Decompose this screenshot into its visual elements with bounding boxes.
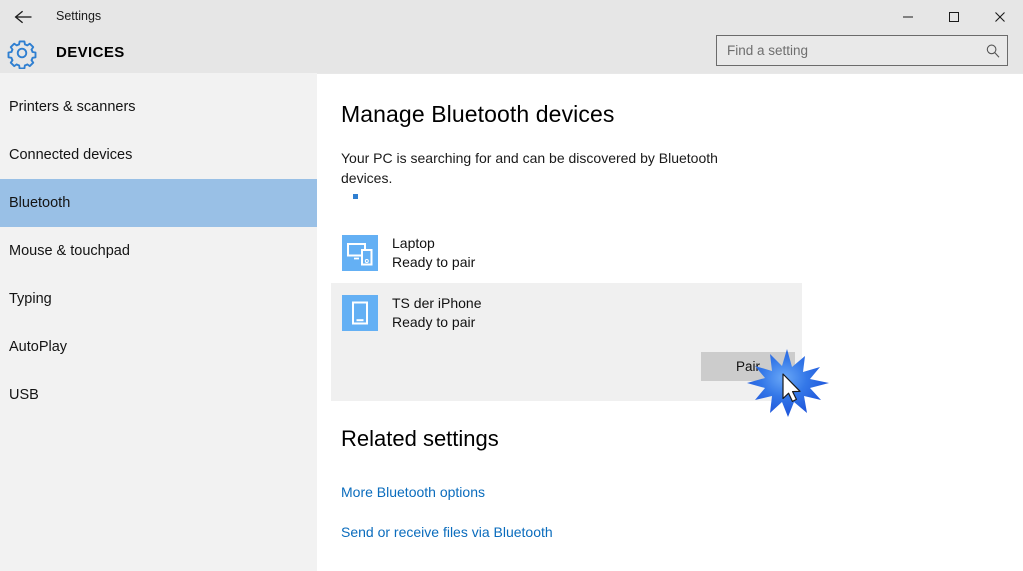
sidebar-item-label: Bluetooth bbox=[9, 195, 71, 211]
search-input[interactable] bbox=[717, 36, 979, 65]
related-settings-title: Related settings bbox=[341, 426, 499, 451]
sidebar-item-autoplay[interactable]: AutoPlay bbox=[0, 323, 317, 371]
pair-button[interactable]: Pair bbox=[701, 352, 795, 381]
device-name: Laptop bbox=[392, 235, 435, 251]
bluetooth-device-list: Laptop Ready to pair TS der iPhone Ready… bbox=[331, 223, 802, 401]
sidebar-item-label: Mouse & touchpad bbox=[9, 243, 130, 259]
maximize-icon bbox=[949, 11, 959, 22]
link-send-receive-files[interactable]: Send or receive files via Bluetooth bbox=[341, 524, 553, 540]
title-bar: Settings bbox=[0, 0, 1023, 33]
sidebar-item-label: Typing bbox=[9, 291, 52, 307]
phone-icon bbox=[342, 295, 378, 331]
searching-progress-indicator bbox=[353, 194, 358, 199]
device-info: Laptop Ready to pair bbox=[392, 234, 475, 272]
page-title: Manage Bluetooth devices bbox=[341, 101, 615, 127]
minimize-icon bbox=[903, 16, 913, 17]
device-status: Ready to pair bbox=[392, 254, 476, 270]
sidebar-item-typing[interactable]: Typing bbox=[0, 275, 317, 323]
back-button[interactable] bbox=[4, 0, 44, 33]
sidebar-item-mouse-touchpad[interactable]: Mouse & touchpad bbox=[0, 227, 317, 275]
sidebar-item-label: Connected devices bbox=[9, 147, 133, 163]
maximize-button[interactable] bbox=[931, 0, 977, 33]
device-action-row: Pair bbox=[331, 343, 802, 401]
close-button[interactable] bbox=[977, 0, 1023, 33]
sidebar-item-printers-scanners[interactable]: Printers & scanners bbox=[0, 83, 317, 131]
sidebar-nav: Printers & scanners Connected devices Bl… bbox=[0, 73, 317, 571]
link-more-bluetooth-options[interactable]: More Bluetooth options bbox=[341, 484, 485, 500]
device-selected-panel: TS der iPhone Ready to pair Pair bbox=[331, 283, 802, 401]
settings-window: Settings DEVICES Find a setting Printers… bbox=[0, 0, 1023, 571]
sidebar-item-label: Printers & scanners bbox=[9, 99, 136, 115]
sidebar-item-label: USB bbox=[9, 387, 39, 403]
laptop-and-phone-icon bbox=[342, 235, 378, 271]
device-status: Ready to pair bbox=[392, 314, 476, 330]
device-name: TS der iPhone bbox=[392, 295, 482, 311]
search-icon[interactable] bbox=[979, 36, 1007, 65]
sidebar-item-connected-devices[interactable]: Connected devices bbox=[0, 131, 317, 179]
sidebar-item-label: AutoPlay bbox=[9, 339, 68, 355]
device-list-item-laptop[interactable]: Laptop Ready to pair bbox=[331, 223, 802, 283]
page-category-title: DEVICES bbox=[56, 44, 125, 61]
window-controls bbox=[885, 0, 1023, 33]
gear-icon bbox=[6, 37, 38, 70]
search-box[interactable] bbox=[716, 35, 1008, 66]
main-content: Manage Bluetooth devices Your PC is sear… bbox=[317, 73, 1023, 571]
back-arrow-icon bbox=[13, 9, 35, 25]
status-text: Your PC is searching for and can be disc… bbox=[341, 150, 718, 186]
sidebar-item-bluetooth[interactable]: Bluetooth bbox=[0, 179, 317, 227]
device-list-item-iphone[interactable]: TS der iPhone Ready to pair bbox=[331, 283, 802, 343]
window-title: Settings bbox=[56, 9, 102, 23]
sidebar-item-usb[interactable]: USB bbox=[0, 371, 317, 419]
close-icon bbox=[995, 11, 1005, 22]
device-info: TS der iPhone Ready to pair bbox=[392, 294, 482, 332]
minimize-button[interactable] bbox=[885, 0, 931, 33]
